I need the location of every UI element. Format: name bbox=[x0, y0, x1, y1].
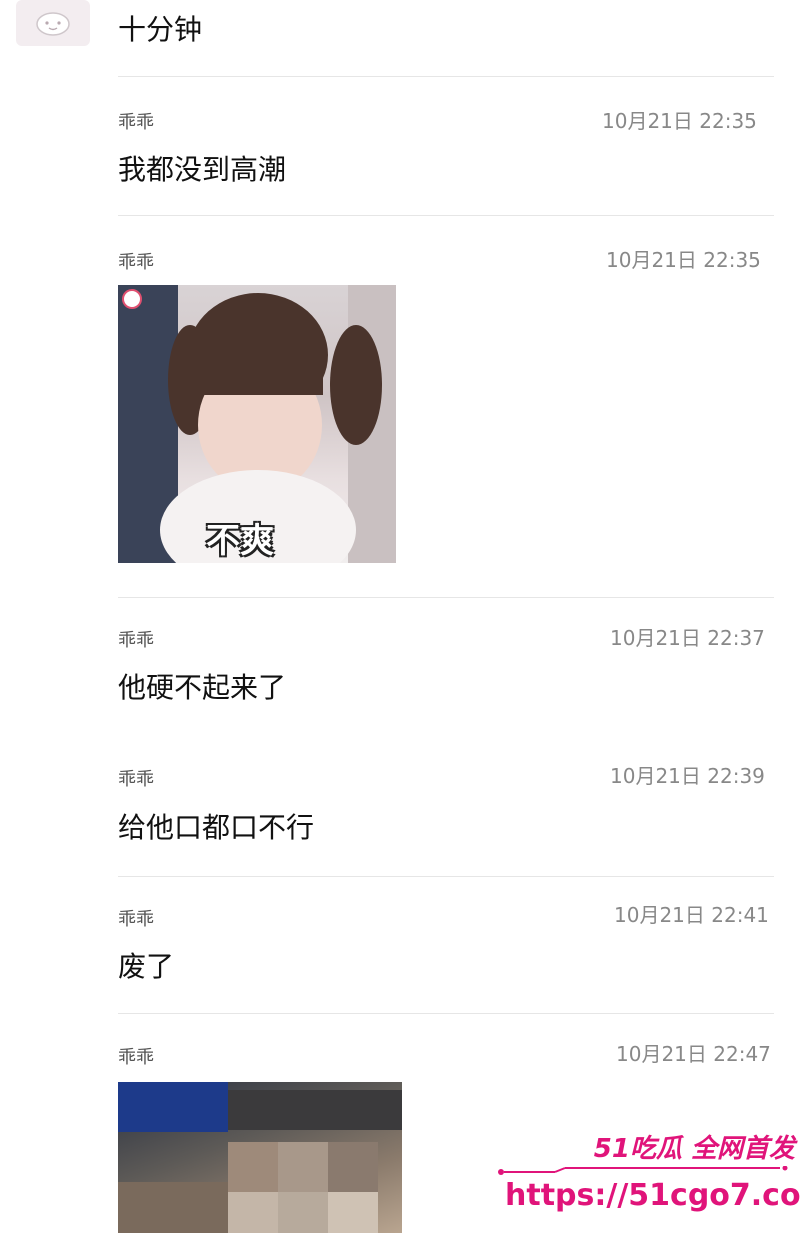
message-text: 废了 bbox=[118, 950, 175, 983]
divider bbox=[118, 876, 774, 877]
message-time: 10月21日 22:41 bbox=[614, 903, 769, 927]
avatar-face-icon bbox=[36, 12, 70, 36]
divider bbox=[118, 597, 774, 598]
sticker-image[interactable]: 不爽 bbox=[118, 285, 396, 563]
message-text: 他硬不起来了 bbox=[118, 671, 287, 704]
watermark: 51吃瓜 全网首发 https://51cgo7.com bbox=[495, 1128, 800, 1228]
avatar[interactable] bbox=[16, 0, 90, 46]
sender-name: 乖乖 bbox=[118, 630, 154, 651]
watermark-url: https://51cgo7.com bbox=[505, 1178, 800, 1213]
message-time: 10月21日 22:37 bbox=[610, 626, 765, 650]
message-text: 我都没到高潮 bbox=[118, 153, 287, 186]
sender-name: 乖乖 bbox=[118, 769, 154, 790]
watermark-brand: 51吃瓜 全网首发 bbox=[593, 1134, 795, 1164]
message-text: 给他口都口不行 bbox=[118, 811, 315, 844]
message-time: 10月21日 22:47 bbox=[616, 1042, 771, 1066]
sender-name: 乖乖 bbox=[118, 909, 154, 930]
sender-name: 乖乖 bbox=[118, 1047, 154, 1068]
message-time: 10月21日 22:39 bbox=[610, 764, 765, 788]
sticker-caption: 不爽 bbox=[206, 521, 274, 561]
divider bbox=[118, 1013, 774, 1014]
message-time: 10月21日 22:35 bbox=[606, 248, 761, 272]
message-text: 十分钟 bbox=[118, 13, 203, 46]
message-time: 10月21日 22:35 bbox=[602, 109, 757, 133]
photo-image[interactable] bbox=[118, 1082, 402, 1233]
watermark-line-icon bbox=[498, 1166, 788, 1175]
sender-name: 乖乖 bbox=[118, 252, 154, 273]
sender-name: 乖乖 bbox=[118, 112, 154, 133]
divider bbox=[118, 76, 774, 77]
divider bbox=[118, 215, 774, 216]
